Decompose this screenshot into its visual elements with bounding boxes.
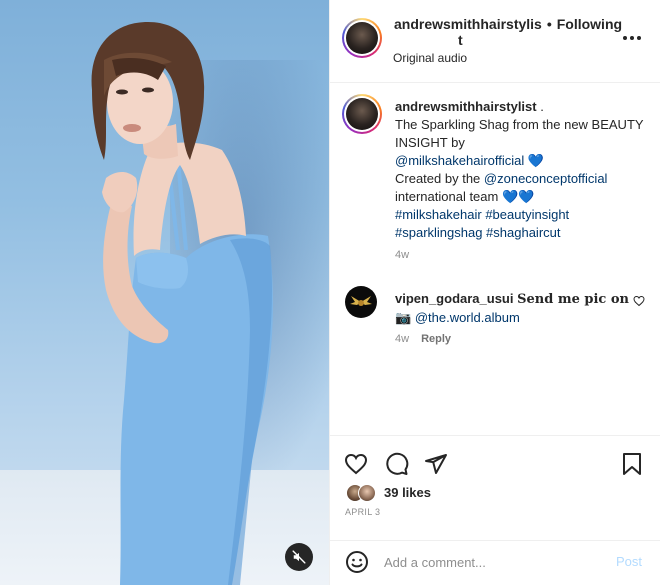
comment-timestamp: 4w (395, 333, 410, 345)
avatar-photo (346, 98, 378, 130)
caption-line3: international team (395, 189, 499, 204)
reply-button[interactable]: Reply (421, 333, 451, 345)
mention-link[interactable]: @milkshakehairofficial (395, 153, 524, 168)
avatar-photo (346, 22, 378, 54)
caption-text: andrewsmithhairstylist . The Sparkling S… (395, 98, 645, 242)
commenter-avatar[interactable] (345, 286, 377, 318)
camera-emoji: 📷 (395, 310, 412, 325)
author-avatar[interactable] (342, 18, 382, 58)
mention-link[interactable]: @the.world.album (415, 310, 520, 325)
heart-icon (633, 295, 645, 307)
post-details-pane: andrewsmithhairstylis • Following t Origin… (329, 0, 660, 585)
post-media[interactable] (0, 0, 329, 585)
liker-avatars[interactable] (346, 484, 382, 504)
paper-plane-icon (425, 454, 447, 474)
caption-line2: Created by the (395, 171, 481, 186)
emoji-button[interactable] (345, 550, 369, 574)
caption-username-suffix: . (536, 99, 544, 114)
smiley-icon (346, 551, 368, 573)
comment-text: vipen_godara_usui Send me pic on 📷 @the.… (395, 290, 635, 327)
save-button[interactable] (619, 451, 645, 477)
post-comment-button[interactable]: Post (616, 554, 642, 569)
author-username-wrap[interactable]: t (458, 32, 463, 48)
mention-link[interactable]: @zoneconceptofficial (484, 171, 608, 186)
author-line: andrewsmithhairstylis • Following (394, 15, 630, 33)
heart-icon (344, 453, 368, 475)
post-date: APRIL 3 (345, 507, 381, 517)
separator-dot: • (546, 16, 552, 32)
following-button[interactable]: Following (557, 16, 622, 32)
commenter-username[interactable]: vipen_godara_usui (395, 291, 513, 306)
liker-avatar (358, 484, 376, 502)
more-options-icon[interactable] (617, 28, 647, 48)
caption-username[interactable]: andrewsmithhairstylist (395, 99, 537, 114)
comment-input[interactable] (384, 551, 604, 573)
comment-bubble-icon (386, 452, 409, 475)
hashtag-links[interactable]: #milkshakehair #beautyinsight #sparkling… (395, 207, 569, 240)
audio-label[interactable]: Original audio (393, 51, 467, 65)
caption-line1: The Sparkling Shag from the new BEAUTY I… (395, 117, 644, 150)
share-button[interactable] (423, 451, 449, 477)
action-bar: 39 likes APRIL 3 (330, 435, 660, 531)
caption-avatar[interactable] (342, 94, 382, 134)
wings-logo-icon (350, 296, 372, 306)
comment-meta: 4w Reply (395, 333, 451, 345)
caption-timestamp: 4w (395, 249, 410, 261)
likes-count[interactable]: 39 likes (384, 485, 431, 500)
comment-button[interactable] (384, 451, 410, 477)
model-photo (91, 22, 273, 585)
blue-heart-emoji: 💙 (527, 153, 545, 168)
comments-section[interactable]: andrewsmithhairstylist . The Sparkling S… (330, 84, 660, 434)
speaker-muted-icon (292, 550, 306, 564)
bookmark-icon (623, 453, 641, 475)
blue-heart-emoji: 💙💙 (501, 189, 535, 204)
comment-message: Send me pic on (517, 292, 629, 307)
post-header: andrewsmithhairstylis • Following t Origin… (330, 0, 660, 83)
like-button[interactable] (343, 451, 369, 477)
mute-button[interactable] (285, 543, 313, 571)
author-username[interactable]: andrewsmithhairstylis (394, 16, 542, 32)
comment-composer: Post (330, 540, 660, 585)
comment-like-button[interactable] (633, 294, 645, 312)
